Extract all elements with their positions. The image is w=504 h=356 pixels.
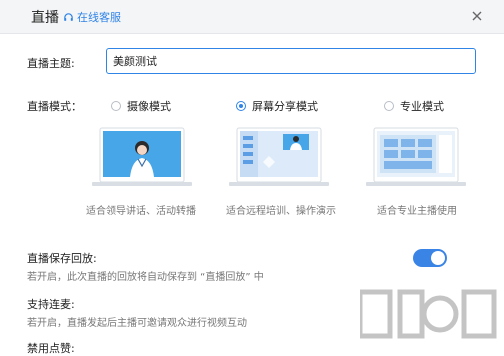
dialog-header: 直播 在线客服 — [0, 0, 504, 34]
professional-mode-illustration[interactable] — [366, 126, 466, 188]
screen-share-mode-illustration[interactable] — [229, 126, 329, 188]
save-replay-toggle[interactable] — [413, 249, 447, 267]
watermark-logo — [360, 289, 497, 339]
camera-mode-illustration[interactable] — [92, 126, 192, 188]
online-support-link[interactable]: 在线客服 — [63, 9, 121, 25]
save-replay-desc: 若开启，此次直播的回放将自动保存到 “直播回放” 中 — [27, 272, 264, 283]
mode-option-screen-share[interactable]: 屏幕分享模式 — [236, 98, 318, 114]
online-support-label: 在线客服 — [77, 11, 121, 24]
radio-icon — [384, 101, 394, 111]
save-replay-title: 直播保存回放: — [27, 252, 97, 265]
co-hosting-title: 支持连麦: — [27, 298, 75, 311]
topic-input[interactable] — [106, 48, 476, 74]
disable-likes-title: 禁用点赞: — [27, 342, 75, 355]
toggle-knob — [431, 251, 445, 265]
co-hosting-desc: 若开启，直播发起后主播可邀请观众进行视频互动 — [27, 318, 247, 329]
dialog-title: 直播 — [31, 10, 59, 26]
mode-option-professional[interactable]: 专业模式 — [384, 98, 444, 114]
mode-option-label: 专业模式 — [400, 100, 444, 113]
topic-label: 直播主题: — [27, 57, 75, 70]
radio-icon — [111, 101, 121, 111]
professional-mode-caption: 适合专业主播使用 — [377, 206, 457, 217]
mode-label: 直播模式： — [27, 100, 82, 113]
mode-option-label: 屏幕分享模式 — [252, 100, 318, 113]
radio-checked-icon — [236, 101, 246, 111]
mode-option-label: 摄像模式 — [127, 100, 171, 113]
screen-share-mode-caption: 适合远程培训、操作演示 — [226, 206, 336, 217]
headset-icon — [64, 12, 73, 21]
mode-option-camera[interactable]: 摄像模式 — [111, 98, 171, 114]
camera-mode-caption: 适合领导讲话、活动转播 — [86, 206, 196, 217]
close-icon[interactable] — [470, 9, 484, 23]
